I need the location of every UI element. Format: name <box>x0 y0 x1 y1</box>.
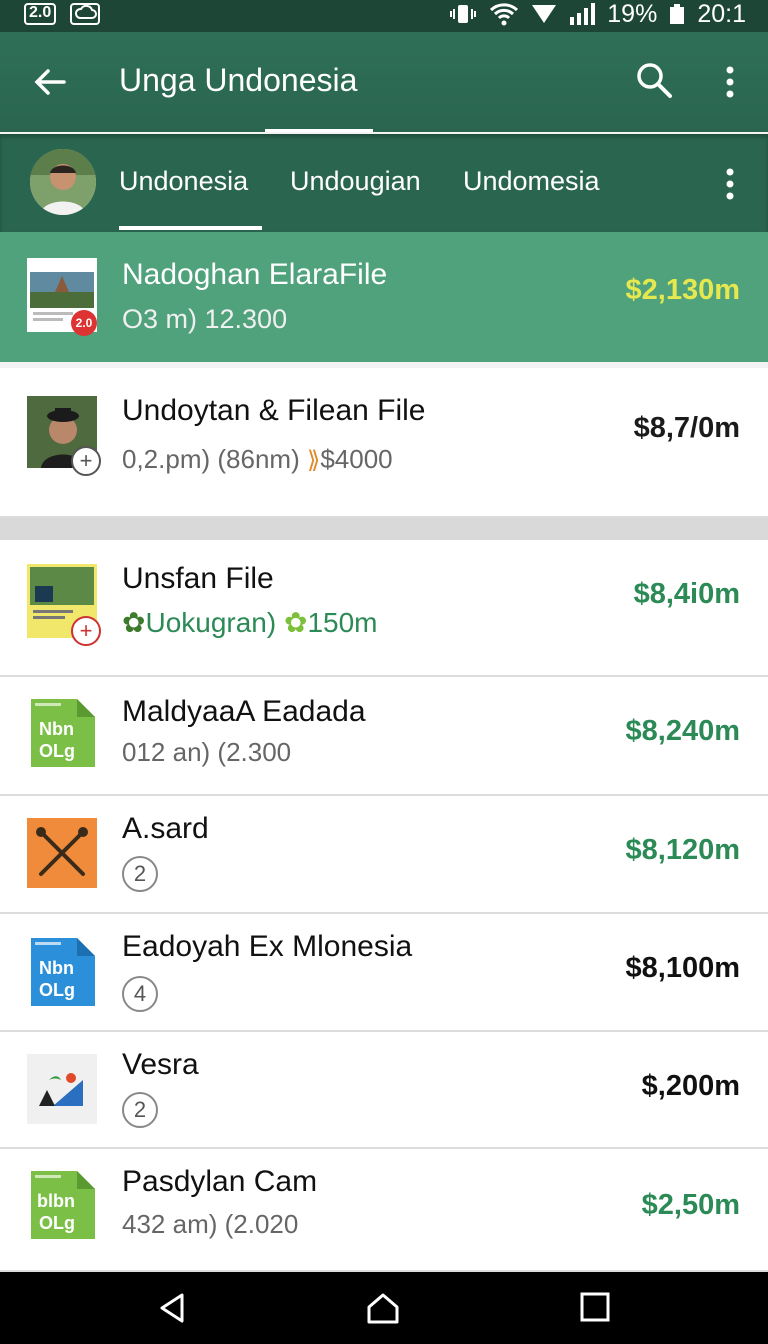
document-icon: Nbn OLg <box>27 697 97 767</box>
list-item[interactable]: blbn OLg Pasdylan Cam 432 am) (2.020 $2,5… <box>0 1149 768 1272</box>
app-bar: Unga Undonesia <box>0 32 768 132</box>
file-thumbnail: + <box>27 564 101 646</box>
tab-bar: Undonesia Undougian Undomesia <box>0 134 768 232</box>
row-price: $,200m <box>641 1070 740 1102</box>
file-thumbnail: + <box>27 396 101 476</box>
svg-text:Nbn: Nbn <box>39 719 74 739</box>
back-nav-icon[interactable] <box>156 1292 188 1324</box>
tab-undomesia[interactable]: Undomesia <box>463 166 600 197</box>
row-price: $2,50m <box>641 1189 740 1221</box>
battery-icon <box>670 4 685 24</box>
clock: 20:1 <box>697 0 746 28</box>
row-title: A.sard <box>122 812 209 845</box>
row-count: 2 <box>122 856 158 892</box>
avatar[interactable] <box>30 149 96 215</box>
row-subtitle: O3 m) 12.300 <box>122 304 288 334</box>
row-subtitle: ✿Uokugran) ✿150m <box>122 607 378 638</box>
home-nav-icon[interactable] <box>366 1292 400 1324</box>
app-screen: 2.0 19% 20:1 Unga Undonesia Undonesia Un… <box>0 0 768 1344</box>
row-subtitle: 0,2.pm) (86nm) ⟫$4000 <box>122 444 393 474</box>
tab-indicator <box>119 226 262 230</box>
system-nav-bar <box>0 1272 768 1344</box>
swap-icon: ⟫ <box>306 447 321 474</box>
row-price: $8,7/0m <box>633 412 740 444</box>
status-bar: 2.0 19% 20:1 <box>0 0 768 32</box>
row-price: $8,240m <box>625 715 741 747</box>
section-divider <box>0 518 768 540</box>
row-count: 4 <box>122 976 158 1012</box>
svg-text:OLg: OLg <box>39 980 75 1000</box>
wifi-icon <box>490 3 519 26</box>
row-subtitle: 012 an) (2.300 <box>122 737 292 767</box>
svg-text:OLg: OLg <box>39 1213 75 1233</box>
list-item[interactable]: Nbn OLg MaldyaaA Eadada 012 an) (2.300 $8… <box>0 677 768 796</box>
svg-text:OLg: OLg <box>39 741 75 761</box>
list-item[interactable]: Vesra 2 $,200m <box>0 1032 768 1149</box>
thumbnail-badge: 2.0 <box>71 310 97 336</box>
list-item[interactable]: + Undoytan & Filean File 0,2.pm) (86nm) … <box>0 368 768 518</box>
list-item[interactable]: + Unsfan File ✿Uokugran) ✿150m $8,4i0m <box>0 540 768 677</box>
row-title: MaldyaaA Eadada <box>122 695 366 728</box>
list-item[interactable]: 2.0 Nadoghan ElaraFile O3 m) 12.300 $2,1… <box>0 232 768 362</box>
row-price: $8,120m <box>625 834 741 866</box>
row-title: Eadoyah Ex Mlonesia <box>122 930 413 963</box>
file-thumbnail: 2.0 <box>27 258 97 336</box>
battery-percent: 19% <box>607 0 658 28</box>
flower-icon: ✿ <box>283 607 308 638</box>
flower-icon: ✿ <box>122 607 146 638</box>
row-price: $2,130m <box>625 274 741 306</box>
tab-undonesia[interactable]: Undonesia <box>119 166 248 197</box>
add-icon[interactable]: + <box>71 616 101 646</box>
more-vert-icon[interactable] <box>718 166 742 202</box>
row-price: $8,4i0m <box>633 578 740 610</box>
tab-undougian[interactable]: Undougian <box>290 166 421 197</box>
cloud-icon <box>70 3 101 25</box>
row-title: Vesra <box>122 1048 199 1081</box>
cell-bars-icon <box>570 3 596 25</box>
status-badge: 2.0 <box>24 3 57 25</box>
row-title: Unsfan File <box>122 562 274 595</box>
tools-icon <box>27 818 97 888</box>
row-subtitle-extra: $4000 <box>320 444 393 474</box>
row-subtitle: 432 am) (2.020 <box>122 1209 299 1239</box>
row-title: Nadoghan ElaraFile <box>122 258 388 291</box>
more-vert-icon[interactable] <box>718 64 742 100</box>
back-arrow-icon[interactable] <box>30 62 70 102</box>
row-title: Undoytan & Filean File <box>122 394 426 427</box>
appbar-underline <box>265 129 373 132</box>
row-title: Pasdylan Cam <box>122 1165 318 1198</box>
signal-icon <box>532 5 557 23</box>
row-subtitle-extra: 150m <box>307 607 378 638</box>
list-item[interactable]: A.sard 2 $8,120m <box>0 796 768 914</box>
recents-nav-icon[interactable] <box>580 1292 610 1322</box>
search-icon[interactable] <box>634 60 674 100</box>
add-icon[interactable]: + <box>71 446 101 476</box>
list-item[interactable]: Nbn OLg Eadoyah Ex Mlonesia 4 $8,100m <box>0 914 768 1032</box>
vibrate-icon <box>450 5 477 23</box>
document-icon: blbn OLg <box>27 1169 97 1239</box>
image-icon <box>27 1054 97 1124</box>
row-count: 2 <box>122 1092 158 1128</box>
page-title: Unga Undonesia <box>119 62 358 98</box>
document-icon: Nbn OLg <box>27 936 97 1006</box>
svg-text:blbn: blbn <box>37 1191 75 1211</box>
row-price: $8,100m <box>625 952 741 984</box>
svg-text:Nbn: Nbn <box>39 958 74 978</box>
